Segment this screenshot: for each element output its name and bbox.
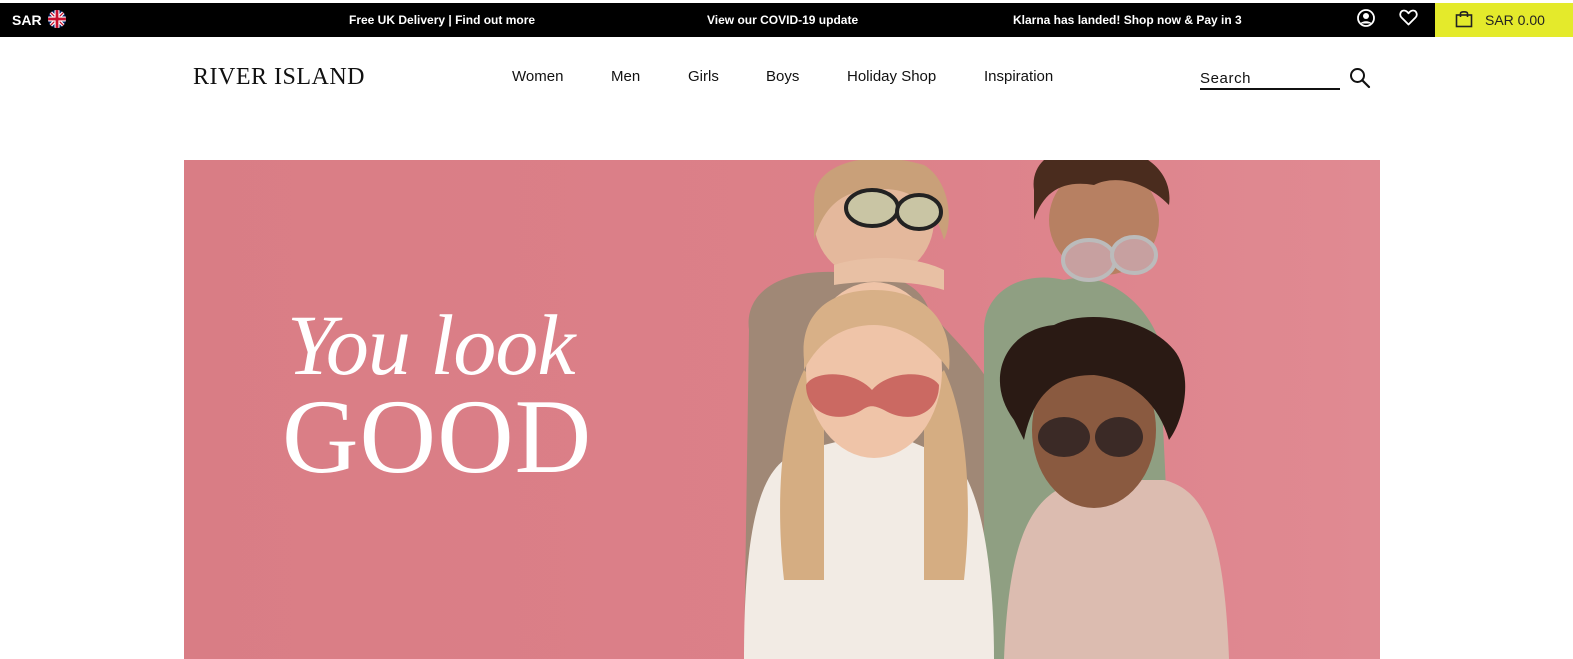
uk-flag-icon <box>47 9 66 31</box>
nav-women[interactable]: Women <box>512 68 563 85</box>
wishlist-button[interactable] <box>1395 3 1421 37</box>
hero-headline-main: GOOD <box>282 378 593 495</box>
nav-holiday-shop[interactable]: Holiday Shop <box>847 68 936 85</box>
currency-label: SAR <box>12 12 42 28</box>
promo-covid-link[interactable]: View our COVID-19 update <box>707 3 858 37</box>
basket-total: SAR 0.00 <box>1485 12 1545 28</box>
nav-men[interactable]: Men <box>611 68 640 85</box>
nav-girls[interactable]: Girls <box>688 68 719 85</box>
search-input[interactable] <box>1200 68 1336 88</box>
account-icon <box>1357 8 1375 32</box>
nav-boys[interactable]: Boys <box>766 68 799 85</box>
hero-banner[interactable]: You look GOOD <box>184 160 1380 659</box>
account-button[interactable] <box>1353 3 1379 37</box>
nav-inspiration[interactable]: Inspiration <box>984 68 1053 85</box>
basket-button[interactable]: SAR 0.00 <box>1435 3 1573 37</box>
currency-selector[interactable]: SAR <box>12 3 66 37</box>
search-box <box>1200 68 1340 90</box>
promo-delivery-link[interactable]: Free UK Delivery | Find out more <box>349 3 535 37</box>
promo-klarna-link[interactable]: Klarna has landed! Shop now & Pay in 3 <box>1013 3 1242 37</box>
shopping-bag-icon <box>1455 10 1473 31</box>
heart-icon <box>1398 9 1418 31</box>
search-icon[interactable] <box>1349 67 1371 89</box>
site-logo[interactable]: RIVER ISLAND <box>193 64 365 91</box>
promo-bar: SAR Free UK Delivery | Find out more Vie… <box>0 3 1573 37</box>
